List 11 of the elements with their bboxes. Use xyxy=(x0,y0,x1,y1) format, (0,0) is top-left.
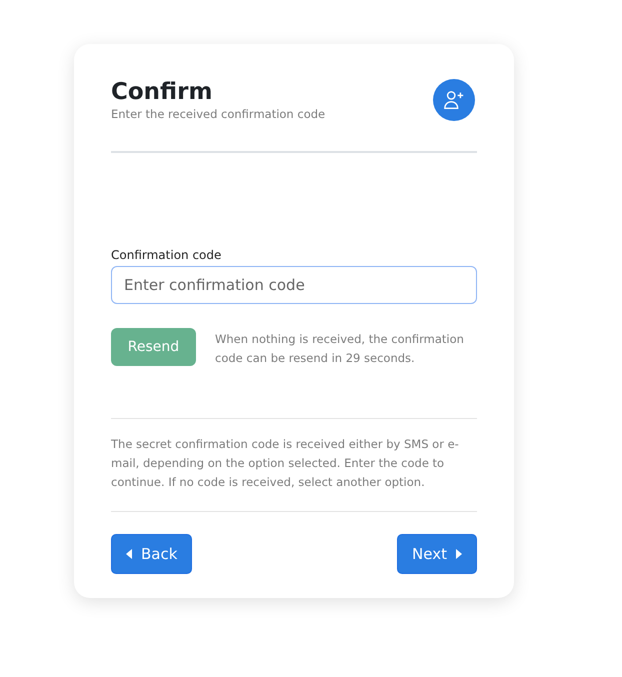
next-button[interactable]: Next xyxy=(397,534,477,574)
info-text: The secret confirmation code is received either by SMS or e-mail, depending on the option selected. Enter the code to continue. If no code is received, select another option. xyxy=(111,418,477,512)
page-subtitle: Enter the received confirmation code xyxy=(111,107,326,121)
caret-right-icon xyxy=(456,549,462,559)
field-label: Confirmation code xyxy=(111,248,222,262)
back-button[interactable]: Back xyxy=(111,534,192,574)
resend-note: When nothing is received, the confirmation code can be resend in 29 seconds. xyxy=(215,331,465,367)
code-input-field[interactable]: Enter confirmation code xyxy=(111,266,477,304)
page-title: Confirm xyxy=(111,78,214,106)
add-user-icon xyxy=(433,79,475,121)
caret-left-icon xyxy=(126,549,132,559)
